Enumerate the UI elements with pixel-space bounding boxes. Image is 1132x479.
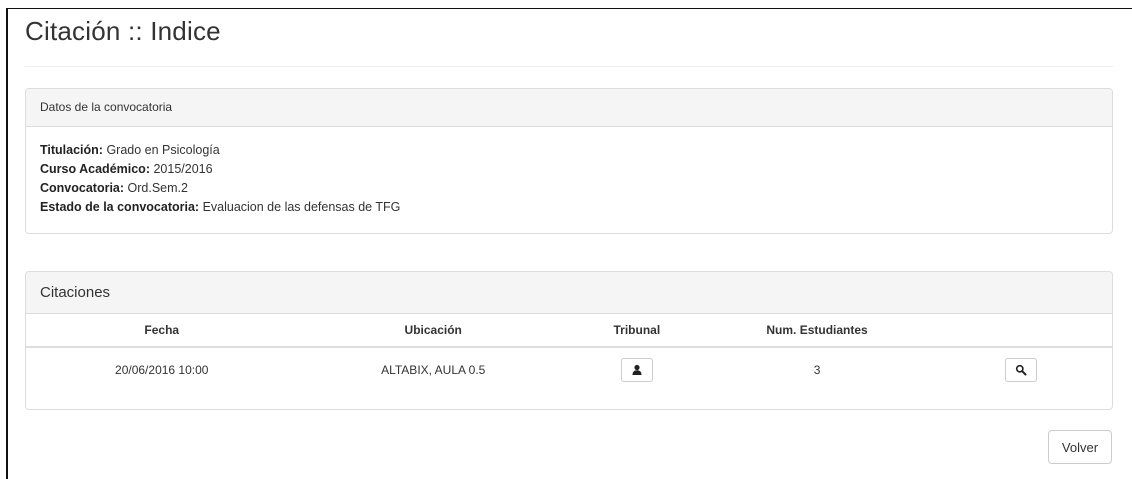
cell-tribunal [569, 347, 705, 392]
convocatoria-info: Titulación: Grado en Psicología Curso Ac… [26, 127, 1112, 217]
column-header-tribunal: Tribunal [568, 314, 705, 348]
cell-fecha: 20/06/2016 10:00 [115, 363, 209, 377]
cell-num-estudiantes: 3 [813, 363, 821, 377]
table-header-row: Fecha Ubicación Tribunal Num. Estudiante… [26, 314, 1112, 348]
tribunal-button[interactable] [620, 358, 653, 382]
column-header-num-estudiantes: Num. Estudiantes [704, 314, 930, 348]
column-header-ubicacion: Ubicación [297, 314, 569, 348]
column-header-fecha: Fecha [26, 314, 298, 348]
citaciones-panel: Citaciones Fecha Ubicación Tribunal Num.… [25, 271, 1113, 410]
cell-ubicacion: ALTABIX, AULA 0.5 [381, 363, 486, 377]
info-titulacion-label: Titulación: [40, 143, 103, 157]
info-titulacion: Titulación: Grado en Psicología [40, 141, 1098, 160]
info-convocatoria: Convocatoria: Ord.Sem.2 [40, 179, 1098, 198]
view-details-button[interactable] [1004, 358, 1037, 382]
info-convocatoria-value: Ord.Sem.2 [127, 181, 188, 195]
convocatoria-panel: Datos de la convocatoria Titulación: Gra… [25, 88, 1113, 234]
info-titulacion-value: Grado en Psicología [106, 143, 220, 157]
volver-button[interactable]: Volver [1048, 430, 1112, 464]
column-header-actions [929, 314, 1112, 348]
citaciones-panel-heading: Citaciones [26, 272, 1112, 314]
info-convocatoria-label: Convocatoria: [40, 181, 125, 195]
cell-actions [929, 347, 1112, 392]
page-title: Citación :: Indice [25, 16, 221, 46]
info-estado-value: Evaluacion de las defensas de TFG [202, 200, 401, 214]
info-curso-label: Curso Académico: [40, 162, 150, 176]
info-estado: Estado de la convocatoria: Evaluacion de… [40, 198, 1098, 217]
user-icon [632, 364, 642, 375]
citaciones-table: Fecha Ubicación Tribunal Num. Estudiante… [26, 314, 1112, 392]
table-row: 20/06/2016 10:00 ALTABIX, AULA 0.5 3 [26, 347, 1112, 392]
info-curso-value: 2015/2016 [153, 162, 213, 176]
search-icon [1015, 364, 1027, 376]
title-divider [25, 66, 1113, 67]
convocatoria-panel-heading: Datos de la convocatoria [26, 89, 1112, 127]
info-curso: Curso Académico: 2015/2016 [40, 160, 1098, 179]
info-estado-label: Estado de la convocatoria: [40, 200, 200, 214]
